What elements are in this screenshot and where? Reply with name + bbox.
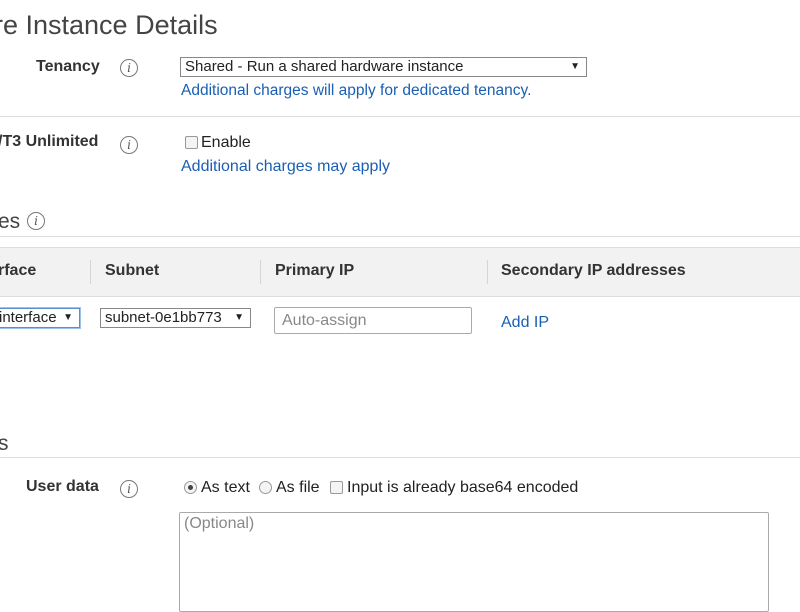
dedicated-tenancy-note-link[interactable]: Additional charges will apply for dedica… [181, 82, 531, 100]
as-text-radio[interactable] [184, 481, 197, 494]
column-divider [260, 260, 261, 284]
column-header-interface: rface [0, 262, 37, 279]
base64-label: Input is already base64 encoded [347, 479, 579, 496]
section-divider [0, 457, 800, 458]
subnet-select[interactable]: subnet-0e1bb773 ▼ [100, 308, 251, 328]
dropdown-arrow-icon: ▼ [232, 309, 244, 327]
column-header-subnet: Subnet [105, 262, 160, 279]
section-divider [0, 236, 800, 237]
subnet-value: subnet-0e1bb773 [105, 309, 222, 326]
primary-ip-placeholder: Auto-assign [282, 312, 367, 329]
enable-label: Enable [201, 134, 251, 151]
dropdown-arrow-icon: ▼ [61, 309, 73, 327]
base64-checkbox[interactable] [330, 481, 343, 494]
network-interface-value: interface [0, 309, 57, 326]
network-interface-select[interactable]: interface ▼ [0, 308, 80, 328]
column-header-primary-ip: Primary IP [275, 262, 355, 279]
advanced-details-heading: s [0, 432, 9, 455]
dropdown-arrow-icon: ▼ [570, 61, 580, 72]
as-text-label: As text [201, 479, 250, 496]
column-header-secondary-ip: Secondary IP addresses [501, 262, 686, 279]
info-icon[interactable]: i [120, 59, 138, 77]
column-divider [90, 260, 91, 284]
enable-checkbox[interactable] [185, 136, 198, 149]
charges-may-apply-link[interactable]: Additional charges may apply [181, 158, 390, 176]
as-file-label: As file [276, 479, 320, 496]
tenancy-label: Tenancy [36, 58, 100, 75]
primary-ip-input[interactable]: Auto-assign [274, 307, 472, 334]
add-ip-link[interactable]: Add IP [501, 314, 549, 332]
user-data-label: User data [26, 478, 99, 495]
tenancy-select-value: Shared - Run a shared hardware instance [185, 58, 464, 75]
column-divider [487, 260, 488, 284]
network-interfaces-heading: es [0, 210, 21, 233]
user-data-placeholder: (Optional) [184, 515, 255, 532]
page-title: re Instance Details [0, 10, 218, 40]
tenancy-select[interactable]: Shared - Run a shared hardware instance … [180, 57, 587, 77]
as-file-radio[interactable] [259, 481, 272, 494]
section-divider [0, 116, 800, 117]
user-data-textarea[interactable]: (Optional) [179, 512, 769, 612]
info-icon[interactable]: i [120, 480, 138, 498]
info-icon[interactable]: i [120, 136, 138, 154]
t2t3-unlimited-label: /T3 Unlimited [0, 133, 99, 150]
info-icon[interactable]: i [27, 212, 45, 230]
